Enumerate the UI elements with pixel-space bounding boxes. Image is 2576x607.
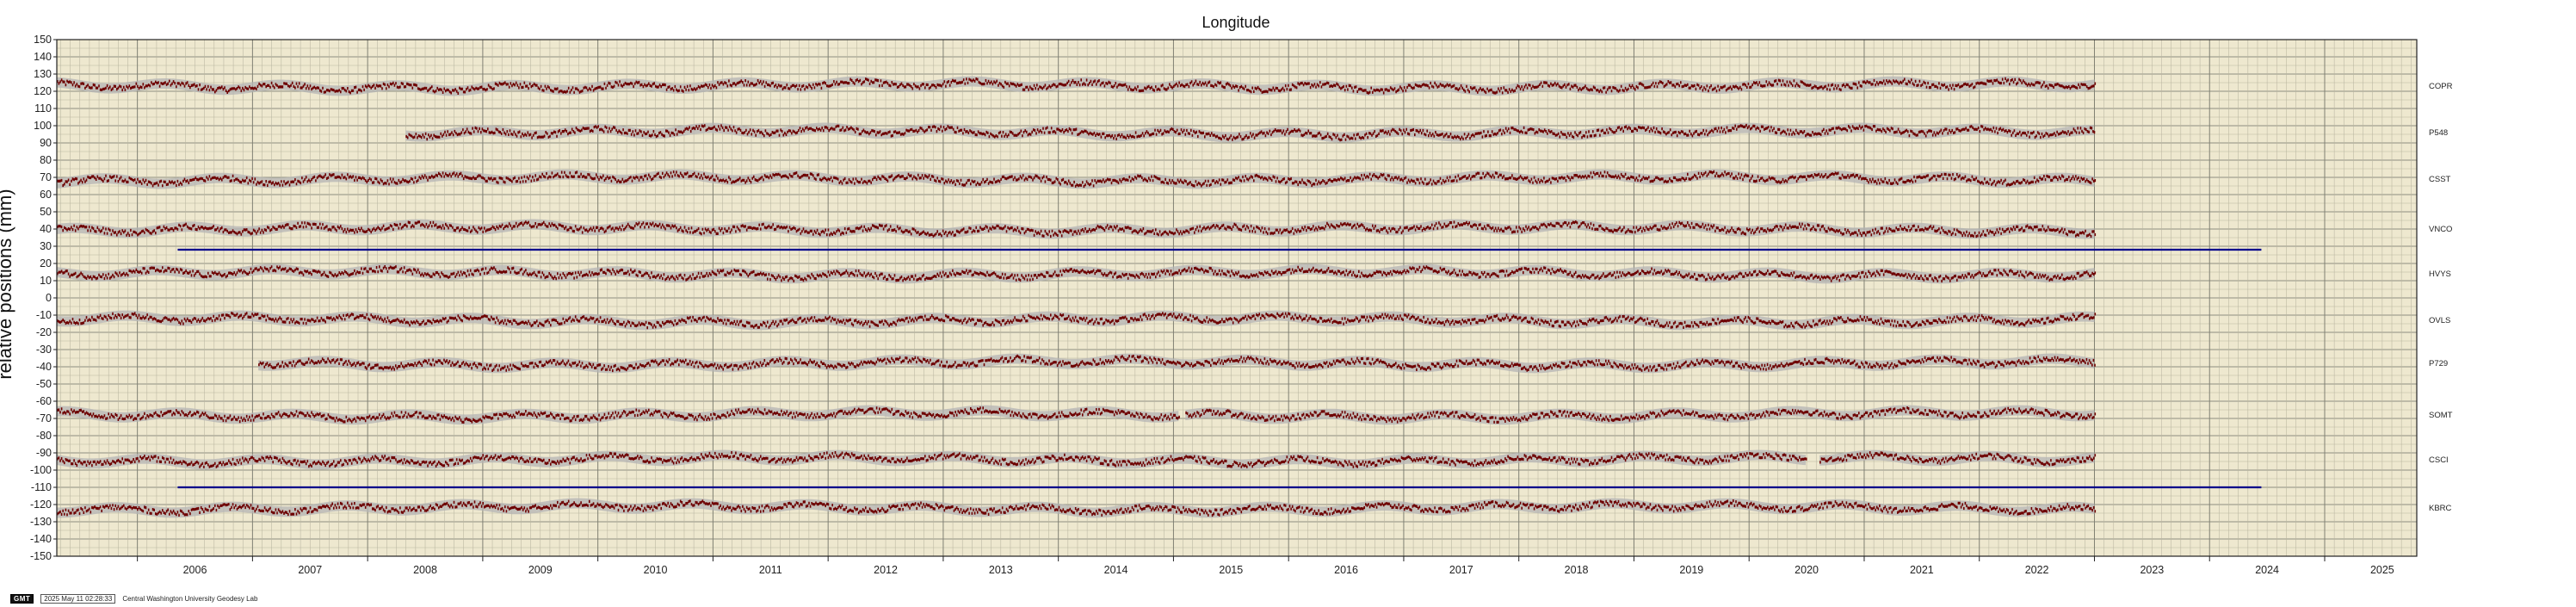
footer-timestamp: 2025 May 11 02:28:33	[40, 594, 116, 604]
x-tick-label: 2009	[528, 564, 553, 576]
y-tick-label: -30	[36, 344, 52, 356]
y-tick-label: 100	[34, 120, 52, 132]
station-label-csst: CSST	[2429, 175, 2451, 184]
y-tick-label: -150	[30, 550, 52, 562]
y-tick-label: 110	[34, 102, 52, 115]
x-tick-label: 2007	[298, 564, 322, 576]
y-tick-label: 80	[40, 154, 52, 166]
x-tick-label: 2006	[183, 564, 207, 576]
x-tick-label: 2015	[1219, 564, 1243, 576]
y-tick-label: -20	[36, 326, 52, 338]
x-tick-label: 2014	[1104, 564, 1128, 576]
station-label-vnco: VNCO	[2429, 225, 2452, 234]
station-label-csci: CSCI	[2429, 455, 2449, 465]
x-tick-label: 2017	[1449, 564, 1473, 576]
x-tick-label: 2020	[1795, 564, 1819, 576]
y-tick-label: 70	[40, 171, 52, 183]
station-label-ovls: OVLS	[2429, 316, 2450, 325]
station-label-kbrc: KBRC	[2429, 504, 2452, 513]
y-tick-label: 90	[40, 137, 52, 149]
x-tick-label: 2023	[2140, 564, 2164, 576]
x-tick-label: 2012	[874, 564, 898, 576]
footer-lab-name: Central Washington University Geodesy La…	[122, 595, 258, 603]
y-tick-label: -50	[36, 378, 52, 390]
x-tick-label: 2021	[1910, 564, 1934, 576]
y-tick-label: 150	[34, 34, 52, 46]
y-tick-label: 140	[34, 51, 52, 63]
y-tick-label: 60	[40, 189, 52, 201]
y-tick-label: 0	[46, 292, 52, 304]
x-tick-label: 2010	[644, 564, 668, 576]
y-tick-label: 30	[40, 240, 52, 252]
y-tick-label: -130	[30, 516, 52, 528]
y-tick-label: -10	[36, 309, 52, 321]
y-tick-label: -110	[31, 481, 52, 493]
y-tick-label: -140	[30, 533, 52, 545]
y-tick-label: -90	[36, 447, 52, 459]
x-tick-label: 2019	[1679, 564, 1703, 576]
footer: GMT 2025 May 11 02:28:33 Central Washing…	[10, 594, 257, 604]
y-tick-label: 20	[40, 257, 52, 269]
y-tick-label: 50	[40, 206, 52, 218]
x-tick-label: 2008	[413, 564, 437, 576]
x-tick-label: 2013	[989, 564, 1013, 576]
x-tick-label: 2018	[1565, 564, 1589, 576]
station-label-copr: COPR	[2429, 82, 2453, 91]
x-tick-label: 2024	[2255, 564, 2279, 576]
chart-title: Longitude	[1202, 14, 1269, 31]
y-axis-label: relative positions (mm)	[0, 189, 15, 379]
y-tick-label: -80	[36, 430, 52, 442]
y-tick-label: -100	[30, 464, 52, 476]
station-label-somt: SOMT	[2429, 411, 2453, 420]
x-tick-label: 2016	[1334, 564, 1358, 576]
y-tick-label: -70	[36, 412, 52, 424]
station-label-hvys: HVYS	[2429, 269, 2451, 279]
x-tick-label: 2025	[2370, 564, 2394, 576]
y-tick-label: -60	[36, 395, 52, 407]
grid	[57, 39, 2417, 557]
station-label-p729: P729	[2429, 359, 2448, 369]
x-tick-label: 2022	[2025, 564, 2049, 576]
y-tick-label: -120	[30, 499, 52, 511]
y-tick-label: 10	[40, 275, 52, 287]
y-tick-label: 40	[40, 223, 52, 235]
chart: Longitude relative positions (mm) COPR P5…	[0, 14, 2453, 576]
plot-area: COPR P548 CSST VNCO HVYS OVLS P729 SOMT CSCI KBRC…	[30, 34, 2453, 576]
y-tick-label: 120	[34, 85, 52, 97]
gmt-logo-badge: GMT	[10, 594, 34, 604]
station-label-p548: P548	[2429, 128, 2448, 138]
x-tick-label: 2011	[759, 564, 782, 576]
y-tick-label: -40	[36, 361, 52, 373]
y-tick-label: 130	[34, 68, 52, 80]
